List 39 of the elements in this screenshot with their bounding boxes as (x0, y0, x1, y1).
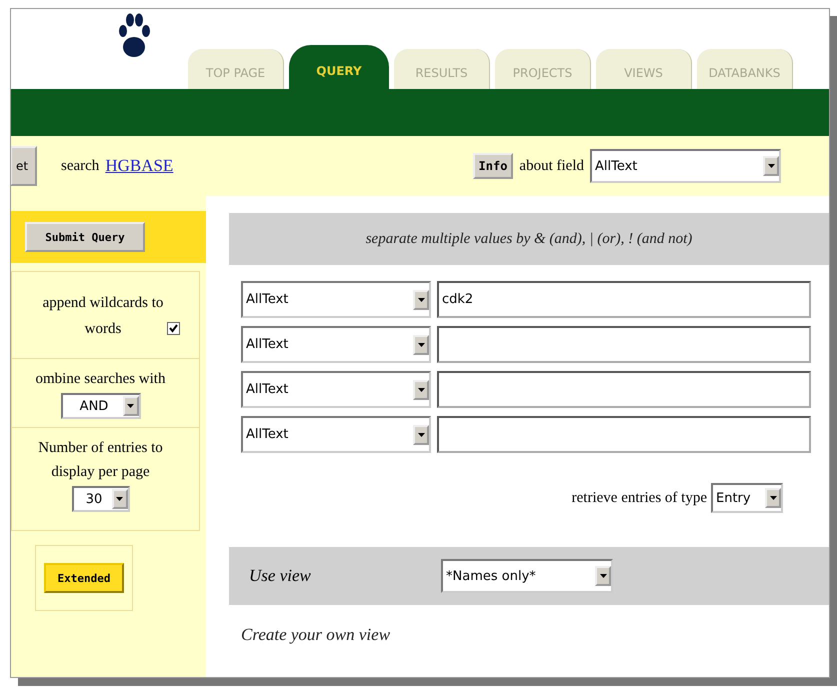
reset-button[interactable]: et (11, 146, 37, 186)
entries-select[interactable]: 30 (72, 486, 130, 512)
query-input[interactable] (437, 371, 811, 408)
combine-select[interactable]: AND (60, 393, 140, 419)
dropdown-arrow-icon (770, 496, 776, 500)
dropdown-arrow-icon (418, 388, 424, 392)
search-label: search (61, 158, 100, 174)
field-select[interactable]: AllText (590, 149, 781, 183)
database-link[interactable]: HGBASE (105, 156, 174, 176)
field-select[interactable]: AllText (241, 416, 431, 453)
entry-type-label: retrieve entries of type (572, 490, 707, 506)
wildcards-label: append wildcards to words (42, 294, 164, 339)
query-input[interactable]: cdk2 (437, 281, 811, 318)
submit-query-button[interactable]: Submit Query (25, 222, 145, 252)
dropdown-arrow-icon (600, 574, 606, 578)
dropdown-arrow-icon (127, 404, 134, 408)
combine-label: ombine searches with (34, 370, 166, 389)
create-view-link[interactable]: Create your own view (241, 625, 829, 645)
view-select[interactable]: *Names only* (441, 559, 613, 593)
dropdown-arrow-icon (418, 432, 424, 436)
field-select[interactable]: AllText (241, 326, 431, 363)
field-select[interactable]: AllText (241, 281, 431, 318)
dropdown-arrow-icon (418, 342, 424, 346)
hint-bar: separate multiple values by & (and), | (or), ! (and not) (229, 213, 829, 265)
entry-type-select[interactable]: Entry (711, 483, 783, 513)
about-field-label: about field (519, 158, 584, 174)
use-view-label: Use view (249, 566, 312, 586)
dropdown-arrow-icon (116, 497, 123, 501)
query-input[interactable] (437, 416, 811, 453)
dropdown-arrow-icon (768, 164, 774, 168)
extended-button[interactable]: Extended (44, 563, 124, 593)
dropdown-arrow-icon (418, 298, 424, 302)
nav-tab[interactable]: QUERY (289, 45, 389, 89)
wildcards-checkbox[interactable] (167, 322, 180, 335)
info-button[interactable]: Info (472, 153, 514, 179)
entries-label: Number of entries to display per page (37, 439, 164, 482)
checkmark-icon (169, 324, 178, 333)
query-input[interactable] (437, 326, 811, 363)
field-select[interactable]: AllText (241, 371, 431, 408)
